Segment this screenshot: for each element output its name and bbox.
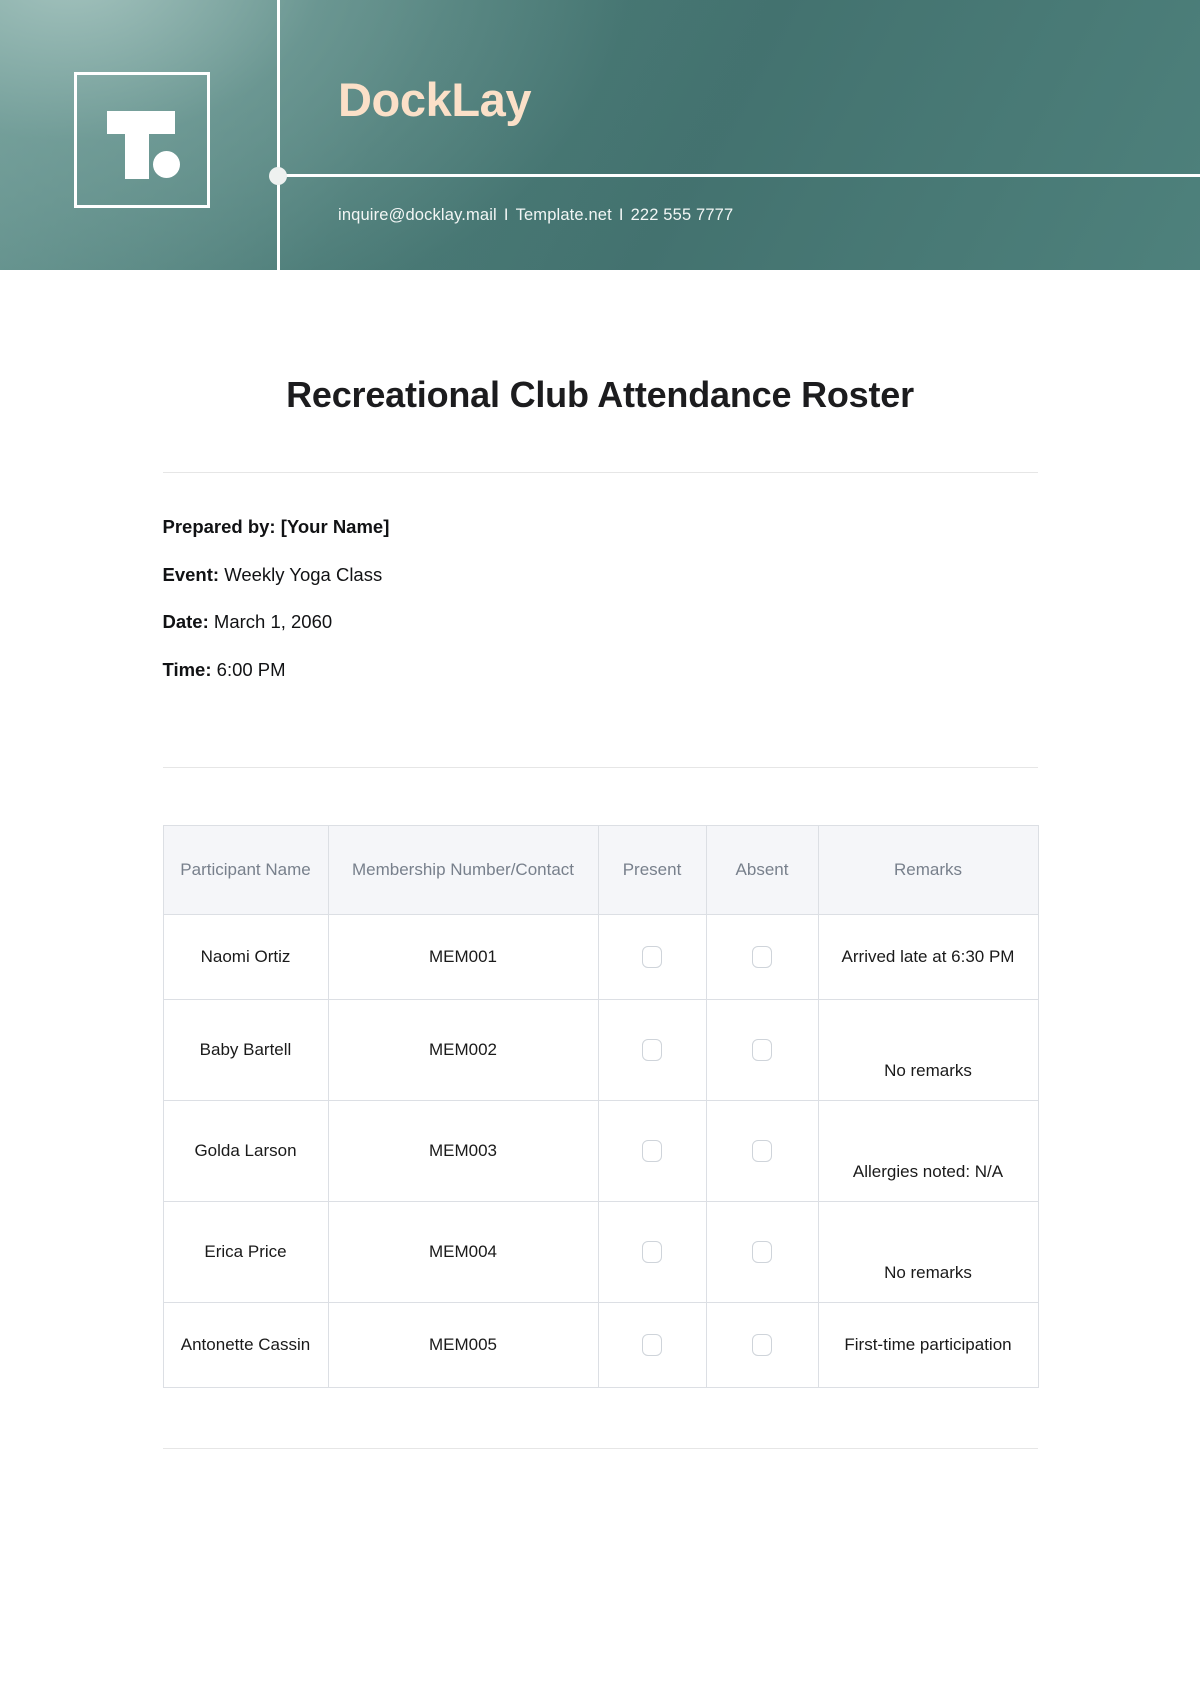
brand-name: DockLay	[338, 73, 532, 126]
absent-checkbox[interactable]	[752, 946, 772, 969]
cell-absent	[705, 1100, 819, 1202]
table-row: Golda Larson MEM003 Allergies noted: N/A	[162, 1100, 1039, 1202]
present-checkbox[interactable]	[642, 1334, 662, 1357]
meta-row-event: Event: Weekly Yoga Class	[162, 563, 1038, 614]
table-row: Antonette Cassin MEM005 First-time parti…	[162, 1302, 1039, 1388]
header-horizontal-divider	[277, 174, 1200, 177]
cell-remarks: No remarks	[817, 999, 1039, 1101]
column-header-participant-name: Participant Name	[162, 825, 329, 915]
cell-absent	[705, 1201, 819, 1303]
column-header-membership-number: Membership Number/Contact	[327, 825, 599, 915]
meta-label-prepared-by: Prepared by:	[162, 516, 276, 537]
divider-under-table	[162, 1448, 1038, 1449]
column-header-present: Present	[597, 825, 707, 915]
present-checkbox[interactable]	[642, 1140, 662, 1163]
meta-label-event: Event:	[162, 563, 220, 585]
cell-absent	[705, 999, 819, 1101]
cell-present	[597, 914, 707, 1000]
cell-present	[597, 1201, 707, 1303]
cell-remarks: Allergies noted: N/A	[817, 1100, 1039, 1202]
absent-checkbox[interactable]	[752, 1241, 772, 1264]
logo-dot-shape	[153, 151, 180, 178]
contact-separator-2: I	[618, 206, 624, 224]
cell-absent	[705, 914, 819, 1000]
table-body: Naomi Ortiz MEM001 Arrived late at 6:30 …	[162, 914, 1039, 1388]
column-header-absent: Absent	[705, 825, 819, 915]
cell-membership-number: MEM002	[327, 999, 599, 1101]
table-row: Baby Bartell MEM002 No remarks	[162, 999, 1039, 1101]
table-head: Participant Name Membership Number/Conta…	[162, 825, 1039, 915]
cell-participant-name: Antonette Cassin	[162, 1302, 329, 1388]
document-body: Recreational Club Attendance Roster Prep…	[0, 270, 1200, 1449]
contact-phone: 222 555 7777	[630, 206, 734, 224]
cell-membership-number: MEM005	[327, 1302, 599, 1388]
present-checkbox[interactable]	[642, 1241, 662, 1264]
meta-row-time: Time: 6:00 PM	[162, 658, 1038, 709]
cell-present	[597, 1302, 707, 1388]
cell-remarks: Arrived late at 6:30 PM	[817, 914, 1039, 1000]
contact-website: Template.net	[515, 206, 612, 224]
document-meta-block: Prepared by: [Your Name] Event: Weekly Y…	[163, 473, 1038, 708]
header-junction-dot-icon	[269, 167, 287, 185]
meta-label-time: Time:	[162, 658, 212, 680]
header-contact-line: inquire@docklay.mail I Template.net I 222 55…	[338, 206, 733, 225]
attendance-table-container: Participant Name Membership Number/Conta…	[162, 825, 1039, 1388]
meta-row-prepared-by: Prepared by: [Your Name]	[162, 516, 1038, 566]
cell-participant-name: Erica Price	[162, 1201, 329, 1303]
meta-label-date: Date:	[162, 611, 209, 632]
page-header-banner: DockLay inquire@docklay.mail I Template.ne…	[0, 0, 1200, 270]
header-vertical-divider	[277, 0, 280, 270]
cell-membership-number: MEM004	[327, 1201, 599, 1303]
contact-separator-1: I	[503, 206, 509, 224]
meta-value-event: Weekly Yoga Class	[224, 563, 383, 585]
cell-participant-name: Golda Larson	[162, 1100, 329, 1202]
cell-absent	[705, 1302, 819, 1388]
meta-value-date: March 1, 2060	[213, 611, 333, 632]
column-header-remarks: Remarks	[817, 825, 1039, 915]
meta-value-prepared-by: [Your Name]	[280, 516, 390, 537]
meta-value-time: 6:00 PM	[216, 658, 286, 680]
absent-checkbox[interactable]	[752, 1039, 772, 1062]
meta-row-date: Date: March 1, 2060	[162, 611, 1038, 661]
cell-participant-name: Baby Bartell	[162, 999, 329, 1101]
cell-remarks: First-time participation	[817, 1302, 1039, 1388]
present-checkbox[interactable]	[642, 1039, 662, 1062]
cell-present	[597, 1100, 707, 1202]
absent-checkbox[interactable]	[752, 1334, 772, 1357]
table-row: Naomi Ortiz MEM001 Arrived late at 6:30 …	[162, 914, 1039, 1000]
cell-membership-number: MEM001	[327, 914, 599, 1000]
cell-participant-name: Naomi Ortiz	[162, 914, 329, 1000]
cell-present	[597, 999, 707, 1101]
table-row: Erica Price MEM004 No remarks	[162, 1201, 1039, 1303]
divider-under-meta	[162, 767, 1038, 768]
logo-t-stem-shape	[125, 111, 149, 179]
contact-email: inquire@docklay.mail	[338, 206, 497, 224]
present-checkbox[interactable]	[642, 946, 662, 969]
cell-remarks: No remarks	[817, 1201, 1039, 1303]
absent-checkbox[interactable]	[752, 1140, 772, 1163]
page-title: Recreational Club Attendance Roster	[286, 374, 914, 415]
brand-logo-icon	[74, 72, 210, 208]
cell-membership-number: MEM003	[327, 1100, 599, 1202]
attendance-roster-table: Participant Name Membership Number/Conta…	[162, 825, 1039, 1388]
table-header-row: Participant Name Membership Number/Conta…	[162, 825, 1039, 915]
